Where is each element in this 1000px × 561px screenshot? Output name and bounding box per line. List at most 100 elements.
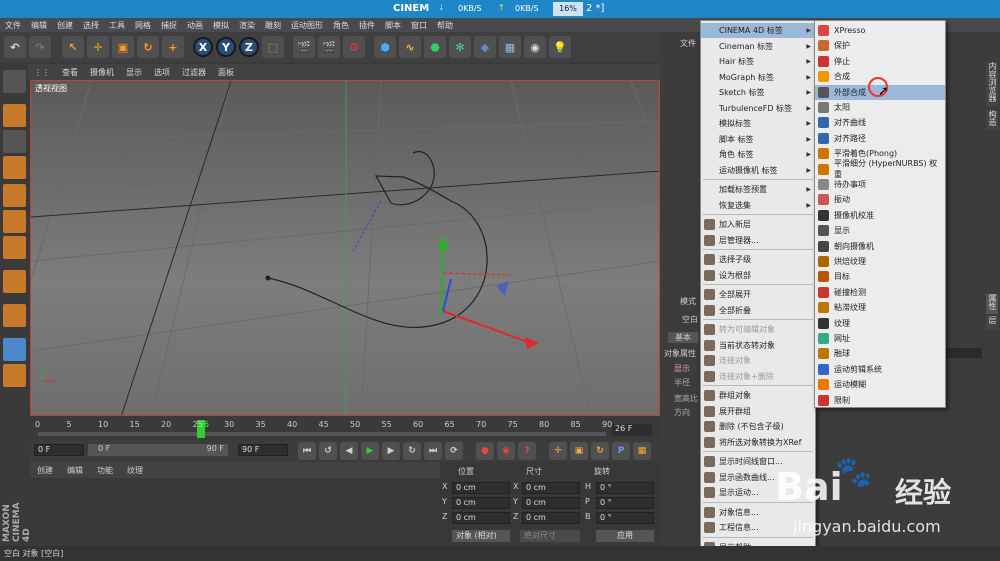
viewport-menu-item[interactable]: 面板 [212,67,240,78]
menu-item[interactable]: 帮助 [432,20,458,31]
camera-button[interactable]: ◉ [524,36,546,58]
context-menu-item[interactable]: 将所选对象转换为XRef [701,435,815,450]
loop-button[interactable]: ⟳ [445,442,463,460]
next-frame-button[interactable]: ▶ [382,442,400,460]
tag-menu-item[interactable]: 运动剪辑系统 [815,362,945,377]
tag-menu-item[interactable]: 目标 [815,269,945,284]
move-button[interactable]: ✛ [87,36,109,58]
x-axis-button[interactable]: X [193,37,213,57]
make-editable-button[interactable] [3,70,26,93]
menu-item[interactable]: 工具 [104,20,130,31]
menu-item[interactable]: 捕捉 [156,20,182,31]
workplane-mode-button[interactable] [3,156,26,179]
context-menu-item[interactable]: 连接对象 [701,353,815,368]
context-menu-item[interactable]: Sketch 标签 [701,85,815,100]
perspective-viewport[interactable]: 透视视图 [30,80,660,416]
menu-item[interactable]: 运动图形 [286,20,328,31]
frame-range-slider[interactable]: 0 F 90 F [88,444,228,456]
key-scale-button[interactable]: ▣ [570,442,588,460]
position-field[interactable]: 0 cm [452,497,510,509]
attribute-mode-menu[interactable]: 模式 [680,296,696,307]
tag-menu-item[interactable]: XPresso [815,23,945,38]
material-menu-item[interactable]: 编辑 [60,465,90,476]
add-button[interactable]: + [162,36,184,58]
rotation-field[interactable]: 0 ° [596,482,654,494]
size-field[interactable]: 0 cm [522,482,580,494]
viewport-menu-item[interactable]: 选项 [148,67,176,78]
context-menu-item[interactable]: 设为根部 [701,268,815,283]
rotation-field[interactable]: 0 ° [596,497,654,509]
menu-item[interactable]: 雕刻 [260,20,286,31]
menu-item[interactable]: 角色 [328,20,354,31]
context-menu-item[interactable]: 选择子级 [701,252,815,267]
tag-menu-item[interactable]: 显示 [815,223,945,238]
model-mode-button[interactable] [3,104,26,127]
context-menu-item[interactable]: MoGraph 标签 [701,70,815,85]
context-menu-item[interactable]: 脚本 标签 [701,132,815,147]
tag-menu-item[interactable]: 运动模糊 [815,377,945,392]
viewport-menu-item[interactable]: 查看 [56,67,84,78]
menu-item[interactable]: 选择 [78,20,104,31]
key-pla-button[interactable]: ▦ [633,442,651,460]
context-menu-item[interactable]: Cineman 标签 [701,39,815,54]
material-menu-item[interactable]: 创建 [30,465,60,476]
tag-menu-item[interactable]: 对齐曲线 [815,115,945,130]
nurbs-button[interactable]: ⬣ [424,36,446,58]
menu-item[interactable]: 插件 [354,20,380,31]
context-menu-item[interactable]: 加入新层 [701,217,815,232]
display-property[interactable]: 显示 [674,363,690,374]
context-menu-item[interactable]: 转为可编辑对象 [701,322,815,337]
go-to-start-button[interactable]: ⏮ [298,442,316,460]
radius-property[interactable]: 半径 [674,377,690,388]
edges-mode-button[interactable] [3,210,26,233]
lock-workplane-button[interactable] [3,338,26,361]
structure-side-tab[interactable]: 构造 [986,110,998,130]
render-settings-button[interactable]: ⚙ [343,36,365,58]
points-mode-button[interactable] [3,184,26,207]
cube-button[interactable]: ⬢ [374,36,396,58]
prev-frame-button[interactable]: ◀ [340,442,358,460]
start-frame-field[interactable]: 0 F [34,444,84,456]
material-menu-item[interactable]: 纹理 [120,465,150,476]
context-menu-item[interactable]: 角色 标签 [701,147,815,162]
floor-button[interactable]: ▦ [499,36,521,58]
context-menu-item[interactable]: CINEMA 4D 标签 [701,23,815,38]
size-mode-select[interactable]: 绝对尺寸 [520,530,580,542]
menu-item[interactable]: 脚本 [380,20,406,31]
go-to-end-button[interactable]: ⏭ [424,442,442,460]
tag-menu-item[interactable]: 朝向摄像机 [815,239,945,254]
menu-item[interactable]: 网格 [130,20,156,31]
menu-item[interactable]: 渲染 [234,20,260,31]
color-swatch[interactable] [946,348,982,358]
tag-menu-item[interactable]: 粘滞纹理 [815,300,945,315]
tag-menu-item[interactable]: 对齐路径 [815,131,945,146]
context-menu-item[interactable]: 全部折叠 [701,303,815,318]
end-frame-field[interactable]: 90 F [238,444,288,456]
polygons-mode-button[interactable] [3,236,26,259]
viewport-menu-item[interactable]: 显示 [120,67,148,78]
viewport-menu-item[interactable]: 过滤器 [176,67,212,78]
tag-menu-item[interactable]: 停止 [815,54,945,69]
tag-menu-item[interactable]: 网址 [815,331,945,346]
tag-menu-item[interactable]: 保护 [815,38,945,53]
spline-button[interactable]: ∿ [399,36,421,58]
content-browser-side-tab[interactable]: 内容浏览器 [986,62,998,106]
size-field[interactable]: 0 cm [522,512,580,524]
context-menu-item[interactable]: 连接对象+删除 [701,369,815,384]
undo-button[interactable]: ↶ [4,36,26,58]
context-menu-item[interactable]: 当前状态转对象 [701,338,815,353]
aspect-property[interactable]: 宽高比 [674,393,698,404]
viewport-menu-item[interactable]: 摄像机 [84,67,120,78]
size-field[interactable]: 0 cm [522,497,580,509]
record-key-button[interactable]: ● [476,442,494,460]
coordinate-system-button[interactable]: ⬚ [262,36,284,58]
texture-mode-button[interactable] [3,130,26,153]
z-axis-button[interactable]: Z [239,37,259,57]
tag-menu-item[interactable]: 碰撞检测 [815,285,945,300]
material-menu-item[interactable]: 功能 [90,465,120,476]
position-field[interactable]: 0 cm [452,482,510,494]
quantize-button[interactable] [3,364,26,387]
play-button[interactable]: ▶ [361,442,379,460]
light-button[interactable]: 💡 [549,36,571,58]
context-menu-item[interactable]: 加载标签预置 [701,182,815,197]
